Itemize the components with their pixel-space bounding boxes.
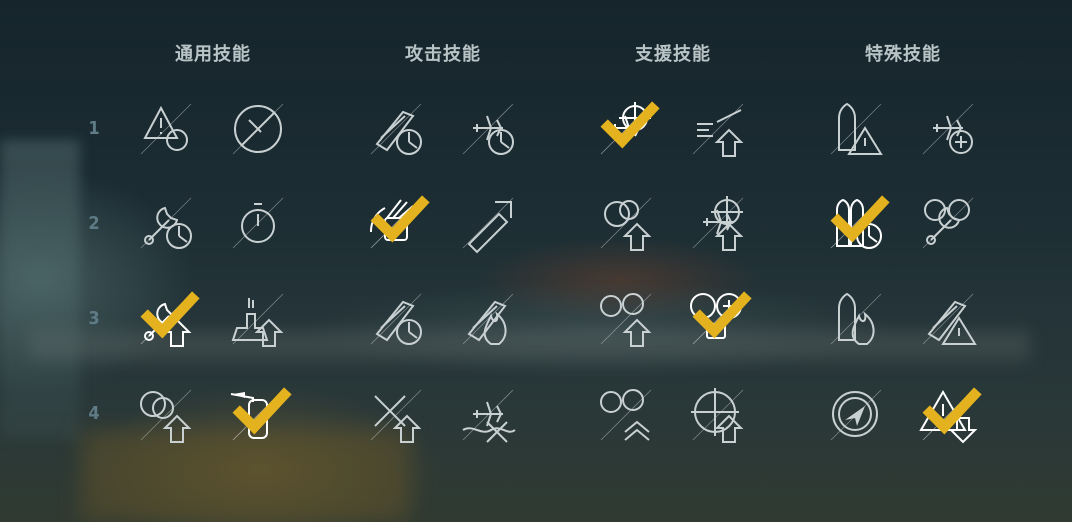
- selected-check-icon: [830, 195, 890, 243]
- repair-steer-icon: [922, 197, 974, 249]
- fire-shell-skill[interactable]: [457, 288, 519, 350]
- extinguisher-skill[interactable]: [227, 384, 292, 446]
- smoke-up-icon: [140, 389, 192, 443]
- cross-up-icon: [370, 389, 422, 443]
- hull-fire-skill[interactable]: [825, 288, 887, 350]
- plane-heal-icon: [922, 103, 974, 155]
- smoke-shell-icon: [600, 197, 652, 251]
- battleship-up-skill[interactable]: [227, 288, 289, 350]
- consumable-double-up-icon: [600, 389, 652, 441]
- shell-timer-skill[interactable]: [365, 288, 427, 350]
- radar-compass-icon: [830, 389, 882, 441]
- shells-warning-skill[interactable]: [917, 288, 979, 350]
- aa-target-up-icon: [691, 388, 744, 443]
- plane-timer-skill[interactable]: [457, 98, 519, 160]
- no-fuse-skill[interactable]: [227, 98, 289, 160]
- hull-warning-skill[interactable]: [825, 98, 887, 160]
- radar-compass-skill[interactable]: [825, 384, 887, 446]
- torpedo-range-icon: [462, 197, 514, 254]
- fighter-target-skill[interactable]: [595, 98, 660, 160]
- selected-check-icon: [140, 291, 200, 339]
- row-number-4: 4: [88, 403, 100, 424]
- plane-heal-skill[interactable]: [917, 98, 979, 160]
- warning-target-skill[interactable]: [135, 98, 197, 160]
- selected-check-icon: [692, 291, 752, 339]
- battleship-up-icon: [231, 293, 284, 347]
- plane-speed-skill[interactable]: [687, 98, 749, 160]
- skill-tree-screen: 通用技能 攻击技能 支援技能 特殊技能 1 2 3 4: [0, 0, 1072, 522]
- smoke-up-skill[interactable]: [135, 384, 197, 446]
- fighters-wave-skill[interactable]: [457, 384, 519, 446]
- row-number-2: 2: [88, 213, 100, 234]
- plane-timer-icon: [462, 103, 514, 155]
- hull-fire-icon: [830, 292, 882, 345]
- column-title-support: 支援技能: [635, 44, 711, 65]
- stopwatch-skill[interactable]: [227, 192, 289, 254]
- wrench-timer-icon: [140, 197, 192, 249]
- wrench-timer-skill[interactable]: [135, 192, 197, 254]
- selected-check-icon: [600, 101, 660, 149]
- selected-check-icon: [370, 195, 430, 243]
- cross-up-skill[interactable]: [365, 384, 427, 446]
- consumable-up-skill[interactable]: [595, 288, 657, 350]
- consumable-double-up-skill[interactable]: [595, 384, 657, 446]
- row-number-3: 3: [88, 308, 100, 329]
- aa-target-up-skill[interactable]: [687, 384, 749, 446]
- column-title-attack: 攻击技能: [405, 44, 481, 65]
- row-number-1: 1: [88, 118, 100, 139]
- stopwatch-icon: [232, 197, 284, 249]
- shells-warning-icon: [922, 293, 977, 345]
- column-title-common: 通用技能: [175, 44, 251, 65]
- repair-steer-skill[interactable]: [917, 192, 979, 254]
- warning-target-icon: [140, 103, 192, 155]
- background-ship-left: [0, 140, 80, 440]
- plane-upgrade-skill[interactable]: [687, 192, 749, 254]
- selected-check-icon: [232, 387, 292, 435]
- smoke-shell-skill[interactable]: [595, 192, 657, 254]
- fighters-wave-icon: [462, 389, 516, 443]
- plane-upgrade-icon: [692, 196, 744, 251]
- torpedo-timer-skill[interactable]: [825, 192, 890, 254]
- plane-speed-icon: [692, 103, 744, 157]
- warning-down-skill[interactable]: [917, 384, 982, 446]
- turret-traverse-skill[interactable]: [365, 192, 430, 254]
- fire-shell-icon: [462, 293, 514, 345]
- shell-timer-icon: [370, 293, 422, 345]
- shell-reload-icon: [370, 103, 422, 155]
- consumable-heal-skill[interactable]: [687, 288, 752, 350]
- wrench-up-skill[interactable]: [135, 288, 200, 350]
- no-fuse-icon: [232, 103, 284, 155]
- column-title-special: 特殊技能: [865, 44, 941, 65]
- torpedo-range-skill[interactable]: [457, 192, 519, 254]
- shell-reload-skill[interactable]: [365, 98, 427, 160]
- hull-warning-icon: [830, 102, 883, 155]
- consumable-up-icon: [600, 293, 652, 347]
- selected-check-icon: [922, 387, 982, 435]
